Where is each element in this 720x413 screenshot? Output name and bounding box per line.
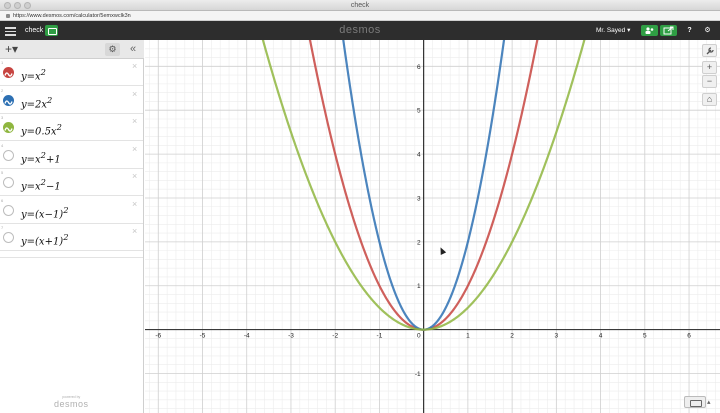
export-icon bbox=[663, 26, 674, 35]
x-tick-label: 3 bbox=[555, 333, 559, 340]
save-button[interactable] bbox=[45, 25, 58, 36]
help-icon[interactable]: ? bbox=[684, 25, 695, 36]
app-header: check desmos Mr. Sayed ▾ ? ⚙ bbox=[0, 21, 720, 40]
y-tick-label: 6 bbox=[417, 64, 421, 71]
graph-paper[interactable]: -6 -5 -4 -3 -2 -1 1 2 3 4 5 6 -1 1 2 3 4 5 6 0 bbox=[145, 40, 720, 413]
home-icon[interactable]: ⌂ bbox=[702, 93, 717, 106]
y-tick-label: -1 bbox=[415, 371, 421, 378]
delete-expression-icon[interactable]: × bbox=[132, 116, 137, 126]
delete-expression-icon[interactable]: × bbox=[132, 61, 137, 71]
delete-expression-icon[interactable]: × bbox=[132, 226, 137, 236]
x-tick-label: 6 bbox=[687, 333, 691, 340]
language-icon[interactable]: ⚙ bbox=[702, 25, 713, 36]
new-expression-row[interactable] bbox=[0, 252, 143, 258]
window-titlebar: check bbox=[0, 0, 720, 11]
graph-visibility-wave-icon[interactable] bbox=[3, 122, 14, 133]
window-title: check bbox=[350, 2, 370, 9]
expression-row[interactable]: 2 y=2x2 × bbox=[0, 87, 143, 114]
graph-hidden-circle-icon[interactable] bbox=[3, 232, 14, 243]
expression-toolbar: +▾ ⚙ « bbox=[0, 40, 144, 59]
address-bar[interactable]: https://www.desmos.com/calculator/5emxwc… bbox=[0, 11, 720, 21]
x-tick-label: -3 bbox=[288, 333, 294, 340]
chevron-up-icon[interactable]: ▴ bbox=[707, 398, 711, 406]
x-tick-label: 2 bbox=[510, 333, 514, 340]
expression-index: 6 bbox=[1, 197, 4, 203]
graph-tools: + − ⌂ bbox=[700, 40, 720, 140]
expression-list: +▾ ⚙ « 1 y=x2 × 2 y=2x2 × 3 y=0.5x2 × 4 y=x2+1 × 5 y=… bbox=[0, 40, 144, 413]
hamburger-menu-icon[interactable] bbox=[5, 25, 16, 36]
delete-expression-icon[interactable]: × bbox=[132, 171, 137, 181]
delete-expression-icon[interactable]: × bbox=[132, 199, 137, 209]
powered-by-desmos: powered by desmos bbox=[54, 395, 89, 409]
expression-index: 5 bbox=[1, 170, 4, 175]
expression-index: 7 bbox=[1, 225, 4, 230]
graph-hidden-circle-icon[interactable] bbox=[3, 204, 14, 216]
expression-index: 1 bbox=[1, 60, 4, 65]
x-tick-label: -5 bbox=[200, 333, 206, 340]
graph-hidden-circle-icon[interactable] bbox=[3, 177, 14, 188]
expression-row[interactable]: 7 y=(x+1)2 × bbox=[0, 224, 143, 251]
gear-icon[interactable]: ⚙ bbox=[105, 43, 120, 56]
keyboard-icon[interactable] bbox=[684, 396, 706, 408]
y-tick-label: 2 bbox=[417, 239, 421, 246]
people-icon bbox=[645, 27, 654, 34]
powered-by-brand: desmos bbox=[54, 399, 89, 409]
x-tick-label: 1 bbox=[466, 333, 470, 340]
expression-row[interactable]: 6 y=(x−1)2 × bbox=[0, 197, 143, 224]
graph-canvas[interactable]: -6 -5 -4 -3 -2 -1 1 2 3 4 5 6 -1 1 2 3 4 5 6 0 bbox=[145, 40, 720, 413]
expression-index: 3 bbox=[1, 115, 4, 120]
y-tick-label: 4 bbox=[417, 152, 421, 159]
y-tick-label: 5 bbox=[417, 108, 421, 115]
y-tick-label: 1 bbox=[417, 283, 421, 290]
delete-expression-icon[interactable]: × bbox=[132, 89, 137, 99]
y-tick-label: 3 bbox=[417, 195, 421, 202]
zoom-out-button[interactable]: − bbox=[702, 75, 717, 88]
x-tick-label: -6 bbox=[155, 333, 161, 340]
graph-visibility-wave-icon[interactable] bbox=[3, 94, 14, 106]
user-menu[interactable]: Mr. Sayed ▾ bbox=[596, 21, 630, 40]
share-button[interactable] bbox=[641, 25, 658, 36]
expression-row[interactable]: 1 y=x2 × bbox=[0, 59, 143, 86]
wrench-icon[interactable] bbox=[702, 44, 717, 57]
expression-index: 4 bbox=[1, 142, 4, 148]
x-tick-label: -1 bbox=[377, 333, 383, 340]
x-tick-label: 4 bbox=[599, 333, 603, 340]
add-item-button[interactable]: +▾ bbox=[5, 43, 25, 56]
x-tick-label: -2 bbox=[332, 333, 338, 340]
delete-expression-icon[interactable]: × bbox=[132, 144, 137, 154]
collapse-list-icon[interactable]: « bbox=[127, 43, 139, 56]
expression-row[interactable]: 3 y=0.5x2 × bbox=[0, 114, 143, 141]
url-text[interactable]: https://www.desmos.com/calculator/5emxwc… bbox=[13, 11, 131, 21]
x-tick-label: -4 bbox=[244, 333, 250, 340]
export-button[interactable] bbox=[660, 25, 677, 36]
graph-hidden-circle-icon[interactable] bbox=[3, 149, 14, 161]
expression-index: 2 bbox=[1, 87, 4, 93]
x-tick-label: 5 bbox=[643, 333, 647, 340]
expression-row[interactable]: 4 y=x2+1 × bbox=[0, 142, 143, 169]
origin-label: 0 bbox=[417, 333, 421, 340]
graph-visibility-wave-icon[interactable] bbox=[3, 67, 14, 78]
zoom-in-button[interactable]: + bbox=[702, 61, 717, 74]
lock-icon bbox=[6, 14, 10, 18]
expression-row[interactable]: 5 y=x2−1 × bbox=[0, 169, 143, 196]
graph-title[interactable]: check bbox=[25, 21, 43, 40]
